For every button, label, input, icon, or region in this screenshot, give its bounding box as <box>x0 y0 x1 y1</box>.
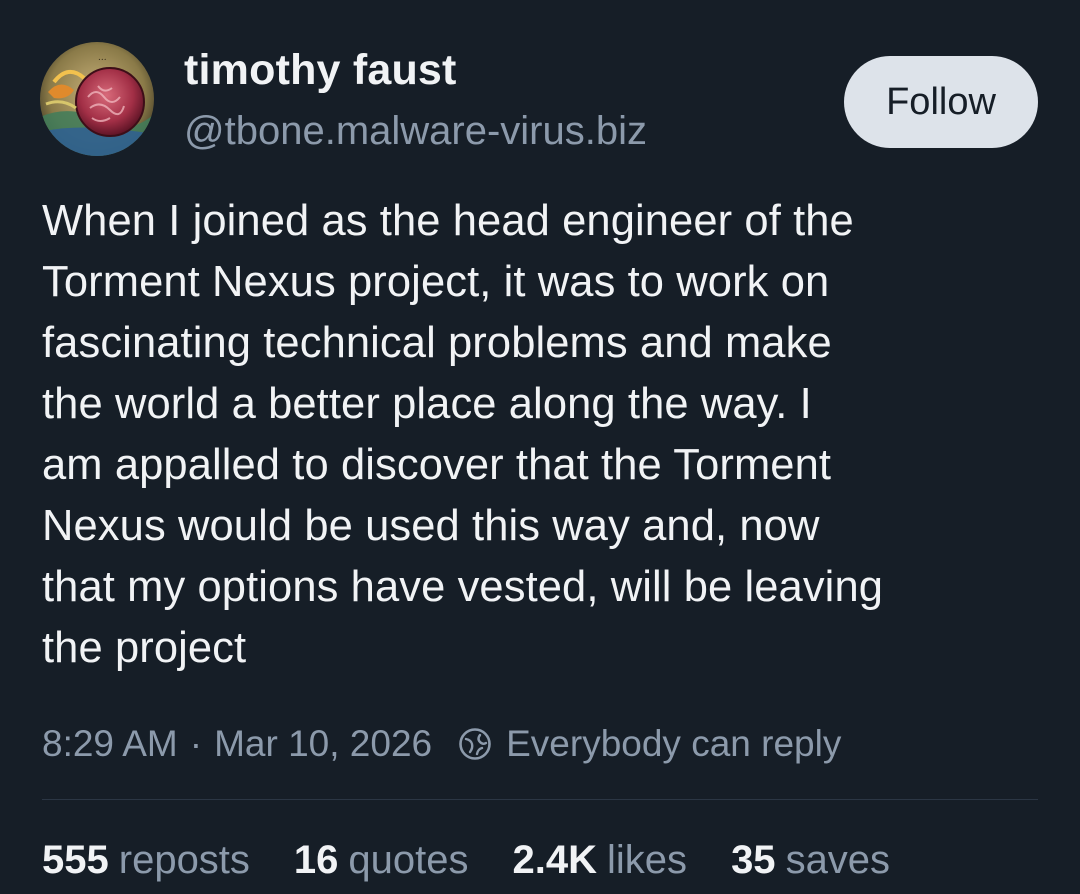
divider <box>42 799 1038 800</box>
quotes-stat[interactable]: 16 quotes <box>294 838 469 883</box>
stat-label: quotes <box>348 838 469 882</box>
post-time[interactable]: 8:29 AM <box>42 723 178 765</box>
reply-setting[interactable]: Everybody can reply <box>458 723 841 765</box>
meta-separator: · <box>189 723 203 764</box>
post-thread-item: ... timothy faust @tbone.malware-virus.b… <box>0 0 1080 894</box>
stat-count: 35 <box>731 838 776 882</box>
svg-text:...: ... <box>98 53 107 63</box>
author-handle[interactable]: @tbone.malware-virus.biz <box>184 109 647 154</box>
reply-setting-label: Everybody can reply <box>506 723 842 764</box>
stat-count: 555 <box>42 838 109 882</box>
engagement-stats: 555 reposts 16 quotes 2.4K likes 35 saves <box>42 838 890 883</box>
painted-brain-avatar-icon: ... <box>40 42 154 156</box>
stat-label: likes <box>607 838 688 882</box>
post-date[interactable]: Mar 10, 2026 <box>214 723 432 765</box>
stat-label: reposts <box>118 838 250 882</box>
reposts-stat[interactable]: 555 reposts <box>42 838 250 883</box>
follow-button[interactable]: Follow <box>844 56 1038 148</box>
stat-count: 2.4K <box>512 838 598 882</box>
saves-stat[interactable]: 35 saves <box>731 838 890 883</box>
author-avatar[interactable]: ... <box>40 42 154 156</box>
author-display-name[interactable]: timothy faust <box>184 46 457 95</box>
post-meta: 8:29 AM · Mar 10, 2026 Everybody can rep… <box>42 716 841 772</box>
post-text: When I joined as the head engineer of th… <box>42 197 884 672</box>
stat-count: 16 <box>293 838 339 882</box>
stat-label: saves <box>785 838 891 882</box>
globe-icon <box>459 728 491 760</box>
likes-stat[interactable]: 2.4K likes <box>513 838 688 883</box>
